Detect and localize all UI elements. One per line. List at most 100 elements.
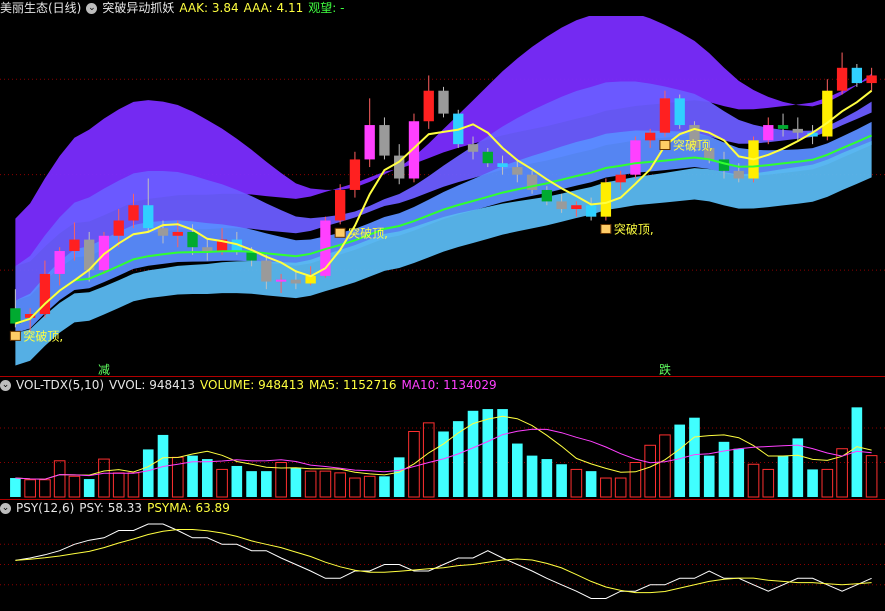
signal-mark: 减 — [98, 363, 110, 377]
vol-indicator-name[interactable]: VOL-TDX(5,10) — [16, 378, 104, 392]
volume-bar — [53, 460, 66, 498]
candle-body — [482, 151, 493, 164]
volume-chart[interactable] — [0, 393, 885, 499]
volume-bar — [216, 468, 228, 498]
volume-bar — [556, 464, 567, 497]
chevron-down-icon[interactable]: ⌄ — [86, 3, 98, 14]
volume-panel-header: ⌄ VOL-TDX(5,10) VVOL: 948413 VOLUME: 948413… — [0, 377, 502, 393]
volume-bar — [614, 477, 627, 498]
ma5-value: MA5: 1152716 — [308, 378, 397, 392]
volume-bar — [127, 472, 140, 498]
volume-bar — [334, 472, 346, 498]
indicator-name[interactable]: 突破异动抓妖 — [102, 1, 174, 15]
psy-chart[interactable] — [0, 516, 885, 611]
volume-bar — [644, 444, 656, 498]
candle-body — [571, 205, 582, 210]
candle-body — [615, 174, 626, 183]
volume-bar — [777, 455, 789, 497]
chevron-down-icon[interactable]: ⌄ — [0, 380, 11, 391]
volume-bar — [246, 471, 257, 497]
volume-bar — [865, 455, 878, 498]
candle-body — [763, 125, 774, 141]
candle-body — [172, 231, 183, 236]
candle-body — [822, 90, 833, 137]
signal-mark: 跌 — [659, 362, 671, 377]
volume-bar — [629, 462, 642, 498]
annotation-marker — [9, 330, 21, 341]
volume-bar — [762, 468, 775, 498]
volume-bar — [659, 434, 671, 498]
volume-bar — [689, 417, 700, 497]
psy-indicator-name[interactable]: PSY(12,6) — [16, 501, 74, 515]
candle-body — [202, 247, 213, 252]
candle-body — [792, 128, 803, 133]
volume-bar — [10, 478, 21, 497]
volume-bar — [24, 479, 36, 498]
annotation-marker — [334, 227, 346, 238]
candle-body — [851, 67, 863, 84]
volume-bar — [821, 468, 834, 498]
candle-body — [467, 144, 479, 152]
candle-body — [630, 140, 641, 175]
volume-bar — [497, 409, 508, 497]
psy-panel-header: ⌄ PSY(12,6) PSY: 58.33 PSYMA: 63.89 — [0, 500, 235, 516]
volume-bar — [422, 422, 435, 498]
volume-bar — [98, 458, 110, 498]
candle-body — [10, 308, 21, 324]
candle-body — [54, 251, 65, 274]
volume-bar — [570, 468, 583, 498]
candle-body — [408, 121, 420, 179]
candle-body — [364, 125, 375, 160]
volume-bar — [379, 476, 390, 497]
candle-body — [497, 163, 508, 168]
volume-bar — [393, 457, 405, 497]
volume-bar — [112, 472, 125, 498]
volume-bar — [201, 459, 213, 497]
volume-bar — [792, 438, 804, 497]
vvol-value: VVOL: 948413 — [109, 378, 196, 392]
candle-body — [556, 201, 567, 210]
volume-bar — [231, 465, 243, 497]
candle-body — [128, 205, 139, 221]
volume-bar — [261, 471, 272, 497]
volume-bar — [733, 448, 745, 497]
psy-line — [15, 523, 872, 599]
candle-body — [866, 75, 877, 84]
candle-body — [349, 159, 361, 190]
candle-body — [674, 98, 685, 126]
volume-bar — [526, 455, 538, 497]
chevron-down-icon[interactable]: ⌄ — [0, 503, 11, 514]
psyma-line — [15, 529, 872, 594]
candle-body — [645, 132, 656, 141]
candle-body — [585, 205, 597, 217]
volume-value: VOLUME: 948413 — [200, 378, 304, 392]
candle-body — [334, 189, 346, 221]
volume-bar — [511, 443, 523, 497]
volume-bar — [290, 467, 302, 497]
candle-body — [541, 189, 553, 202]
annotation-text: 突破顶, — [673, 138, 713, 153]
psy-value: PSY: 58.33 — [79, 501, 143, 515]
main-chart-header: 美丽生态(日线) ⌄ 突破异动抓妖 AAK: 3.84 AAA: 4.11 观望: - — [0, 0, 349, 16]
annotation-marker — [600, 223, 612, 234]
candle-body — [290, 279, 302, 284]
volume-bar — [142, 449, 154, 497]
candle-body — [379, 125, 390, 156]
annotation-marker — [659, 140, 671, 151]
candle-body — [512, 167, 523, 175]
volume-bar — [600, 477, 612, 498]
aak-value: AAK: 3.84 — [179, 1, 239, 15]
volume-bar — [807, 469, 818, 497]
candle-body — [275, 279, 287, 282]
candle-body — [113, 220, 124, 236]
candle-body — [261, 260, 272, 282]
annotation-text: 突破顶, — [614, 221, 654, 236]
volume-bar — [68, 475, 81, 498]
candle-body — [836, 67, 848, 91]
volume-bar — [349, 477, 361, 498]
volume-bar — [363, 475, 376, 498]
candlestick-chart[interactable]: 突破顶, 突破顶, 突破顶, 突破顶, 减 跌 — [0, 16, 885, 378]
volume-bar — [585, 471, 597, 497]
volume-bar — [83, 479, 95, 497]
candle-body — [438, 90, 449, 114]
